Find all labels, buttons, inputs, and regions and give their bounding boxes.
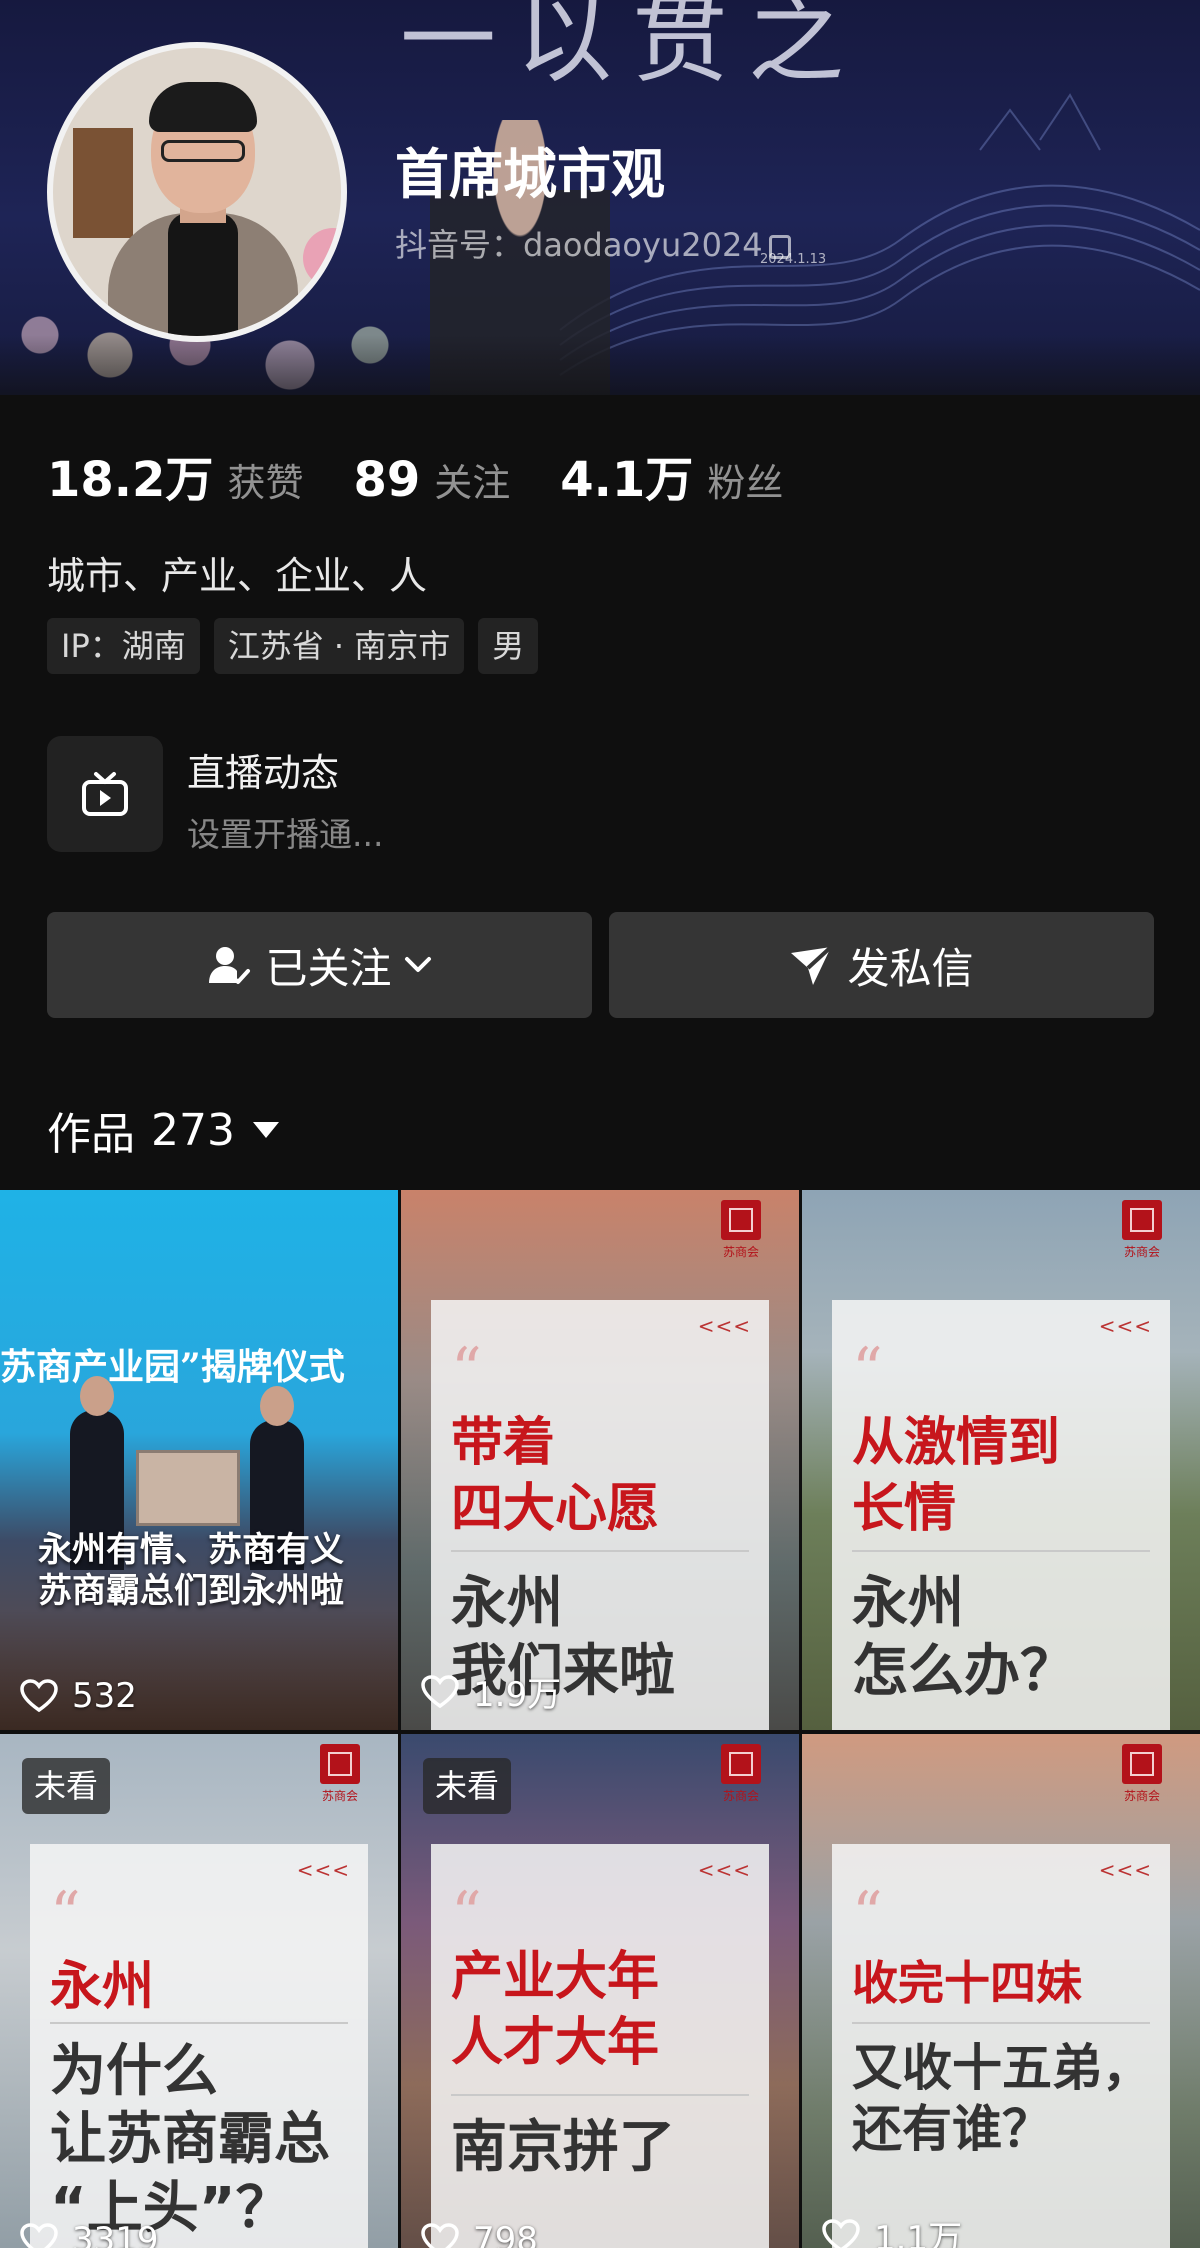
video-grid: 苏商产业园”揭牌仪式 永州有情、苏商有义 苏商霸总们到永州啦 532 苏商会 <… — [0, 1190, 1200, 2248]
avatar[interactable] — [47, 42, 347, 342]
event-banner-text: 苏商产业园”揭牌仪式 — [0, 1346, 345, 1388]
copy-icon[interactable] — [768, 235, 791, 259]
stat-followers-label: 粉丝 — [707, 461, 784, 505]
profile-stats: 18.2万 获赞 89 关注 4.1万 粉丝 — [47, 440, 833, 510]
stat-following-count: 89 — [353, 452, 421, 508]
seal-logo: 苏商会 — [1116, 1200, 1168, 1272]
send-message-button[interactable]: 发私信 — [609, 912, 1154, 1018]
followed-button[interactable]: 已关注 — [47, 912, 592, 1018]
seal-logo: 苏商会 — [715, 1744, 767, 1816]
tag-gender: 男 — [478, 618, 539, 674]
paper-plane-icon — [791, 945, 833, 985]
heart-icon — [20, 1679, 58, 1713]
live-activity-title[interactable]: 直播动态 — [187, 742, 339, 797]
video-thumbnail-4[interactable]: 苏商会 <<< “ 永州 为什么 让苏商霸总 “上头”？ 未看 3319 — [0, 1734, 398, 2248]
card-headline: 带着 四大心愿 — [451, 1413, 660, 1540]
card-headline: 收完十四妹 — [852, 1956, 1082, 2010]
works-label: 作品 — [47, 1109, 135, 1160]
live-activity-subtitle: 设置开播通... — [187, 815, 384, 854]
like-count: 1.1万 — [822, 2211, 962, 2248]
like-count: 532 — [20, 1676, 137, 1716]
heart-icon — [421, 2223, 459, 2248]
stat-likes-count: 18.2万 — [47, 452, 214, 508]
seal-logo: 苏商会 — [314, 1744, 366, 1816]
stat-following[interactable]: 89 关注 — [353, 452, 510, 508]
works-count: 273 — [151, 1104, 235, 1156]
tag-ip-location: IP：湖南 — [47, 618, 200, 674]
stat-likes[interactable]: 18.2万 获赞 — [47, 440, 303, 510]
heart-icon — [20, 2223, 58, 2248]
send-message-label: 发私信 — [847, 943, 974, 993]
seal-logo: 苏商会 — [715, 1200, 767, 1272]
video-thumbnail-1[interactable]: 苏商产业园”揭牌仪式 永州有情、苏商有义 苏商霸总们到永州啦 532 — [0, 1190, 398, 1730]
video-thumbnail-5[interactable]: 苏商会 <<< “ 产业大年 人才大年 南京拼了 未看 798 — [401, 1734, 799, 2248]
douyin-id: 抖音号：daodaoyu2024 — [395, 226, 763, 264]
user-check-icon — [209, 947, 251, 984]
profile-name: 首席城市观 — [395, 143, 665, 206]
stat-followers[interactable]: 4.1万 粉丝 — [560, 440, 783, 510]
card-subheadline: 永州 怎么办？ — [852, 1571, 1076, 1705]
stat-likes-label: 获赞 — [227, 461, 304, 505]
card-headline: 产业大年 人才大年 — [451, 1947, 660, 2074]
unseen-badge: 未看 — [423, 1758, 512, 1814]
card-subheadline: 南京拼了 — [451, 2115, 675, 2180]
like-count: 1.9万 — [421, 1667, 561, 1716]
tv-icon[interactable] — [47, 736, 163, 852]
seal-logo: 苏商会 — [1116, 1744, 1168, 1816]
tag-region: 江苏省 · 南京市 — [213, 618, 465, 674]
video-thumbnail-3[interactable]: 苏商会 <<< “ 从激情到 长情 永州 怎么办？ — [802, 1190, 1200, 1730]
video-thumbnail-6[interactable]: 苏商会 <<< “ 收完十四妹 又收十五弟， 还有谁？ 1.1万 — [802, 1734, 1200, 2248]
profile-bio: 城市、产业、企业、人 — [47, 554, 428, 598]
heart-icon — [822, 2218, 860, 2248]
heart-icon — [421, 1674, 459, 1708]
card-headline: 从激情到 长情 — [852, 1413, 1061, 1540]
like-count: 798 — [421, 2220, 538, 2248]
card-subheadline: 又收十五弟， 还有谁？ — [852, 2039, 1152, 2158]
works-tab[interactable]: 作品 273 — [47, 1098, 279, 1162]
chevron-down-icon — [404, 957, 431, 972]
like-count: 3319 — [20, 2220, 159, 2248]
unseen-badge: 未看 — [22, 1758, 111, 1814]
profile-tags: IP：湖南 江苏省 · 南京市 男 — [47, 618, 552, 674]
followed-button-label: 已关注 — [265, 943, 392, 993]
video-caption: 永州有情、苏商有义 苏商霸总们到永州啦 — [38, 1530, 344, 1612]
stat-followers-count: 4.1万 — [560, 452, 694, 508]
card-subheadline: 为什么 让苏商霸总 “上头”？ — [50, 2039, 330, 2241]
video-thumbnail-2[interactable]: 苏商会 <<< “ 带着 四大心愿 永州 我们来啦 1.9万 — [401, 1190, 799, 1730]
douyin-id-row[interactable]: 抖音号：daodaoyu2024 — [395, 220, 791, 266]
stat-following-label: 关注 — [434, 461, 511, 505]
caret-down-icon — [252, 1122, 279, 1138]
card-headline: 永州 — [50, 1957, 155, 2017]
